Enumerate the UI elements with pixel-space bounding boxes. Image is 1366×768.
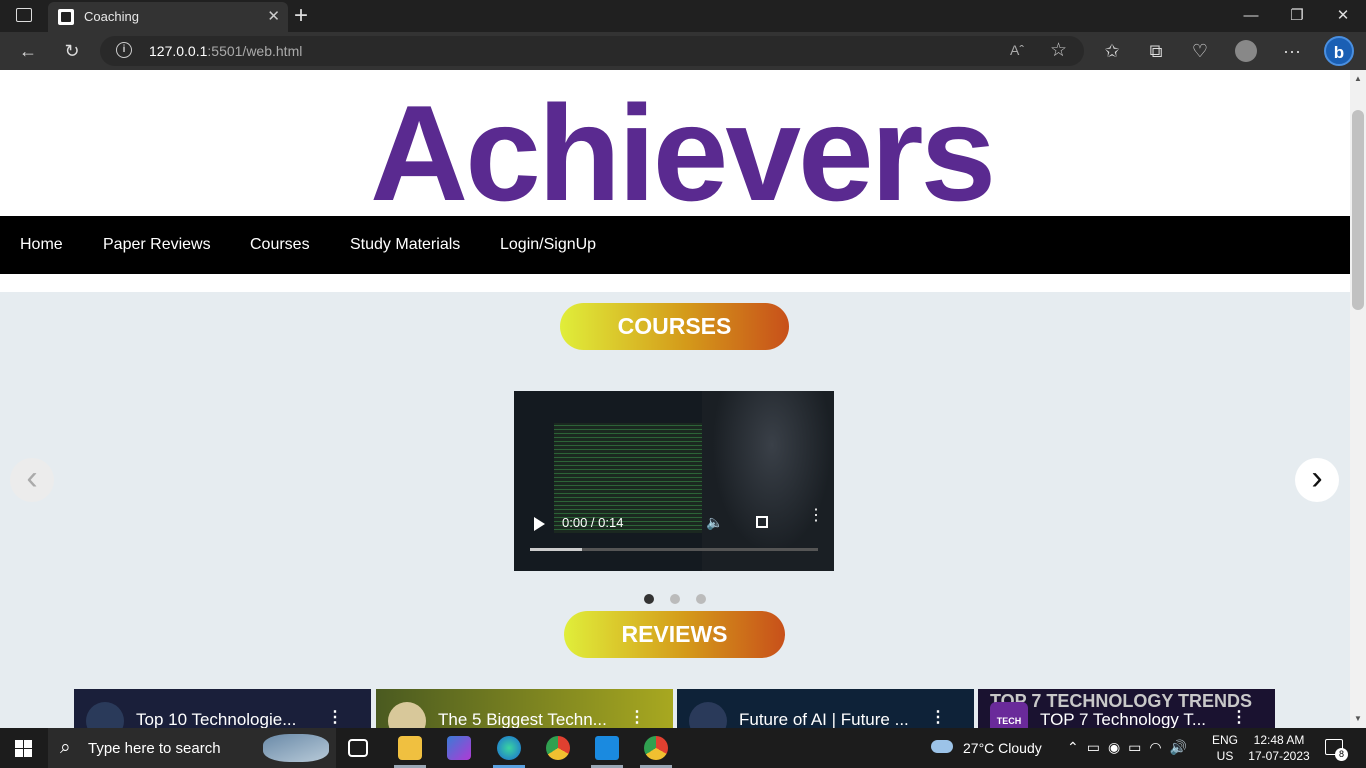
review-title: TOP 7 Technology T... xyxy=(1040,710,1207,728)
search-highlight-image xyxy=(263,734,329,762)
url-host: 127.0.0.1 xyxy=(149,43,208,59)
language-indicator[interactable]: ENG US xyxy=(1212,732,1238,764)
search-icon: ⌕ xyxy=(60,737,71,758)
search-placeholder: Type here to search xyxy=(88,740,221,757)
site-favicon-icon xyxy=(58,9,74,25)
url-path: :5501/web.html xyxy=(207,43,303,59)
reload-button[interactable]: ↻ xyxy=(62,41,82,61)
clock[interactable]: 12:48 AM 17-07-2023 xyxy=(1244,732,1314,764)
nav-home[interactable]: Home xyxy=(20,236,63,254)
tab-title: Coaching xyxy=(84,9,139,24)
course-video-player[interactable]: 0:00 / 0:14 🔈 ⋮ xyxy=(514,391,834,571)
favorite-star-icon[interactable]: ☆ xyxy=(1050,39,1067,62)
carousel-prev-button[interactable]: ‹ xyxy=(10,458,54,502)
review-more-icon[interactable]: ⋮ xyxy=(629,707,645,727)
review-title: The 5 Biggest Techn... xyxy=(438,710,607,728)
collections-icon[interactable]: ⧉ xyxy=(1146,41,1166,61)
vscode-icon[interactable] xyxy=(595,736,619,760)
favorites-icon[interactable]: ✩ xyxy=(1102,41,1122,61)
channel-avatar xyxy=(388,702,426,728)
video-more-icon[interactable]: ⋮ xyxy=(808,508,824,524)
reviews-heading: REVIEWS xyxy=(564,611,785,658)
review-video-card[interactable]: TOP 7 TECHNOLOGY TRENDS TECH TOP 7 Techn… xyxy=(978,689,1275,728)
weather-cloud-icon[interactable] xyxy=(931,740,953,753)
volume-icon[interactable]: 🔈 xyxy=(706,514,723,531)
lang-region: US xyxy=(1216,749,1234,763)
browser-titlebar: Coaching ✕ + — ❐ ✕ xyxy=(0,0,1366,32)
scrollbar-thumb[interactable] xyxy=(1352,110,1364,310)
review-more-icon[interactable]: ⋮ xyxy=(327,707,343,727)
carousel-dot[interactable] xyxy=(644,594,654,604)
courses-heading: COURSES xyxy=(560,303,789,350)
tray-system-icons[interactable]: ⌃▭◉▭◠🔊 xyxy=(1067,739,1195,756)
clock-date: 17-07-2023 xyxy=(1248,749,1310,763)
scroll-up-icon[interactable]: ▲ xyxy=(1354,74,1362,83)
address-bar[interactable]: i 127.0.0.1:5501/web.html Aˆ ☆ xyxy=(100,36,1084,66)
review-more-icon[interactable]: ⋮ xyxy=(930,707,946,727)
play-icon[interactable] xyxy=(534,517,545,531)
weather-text[interactable]: 27°C Cloudy xyxy=(963,740,1042,756)
clock-time: 12:48 AM xyxy=(1253,733,1305,747)
carousel-next-button[interactable]: › xyxy=(1295,458,1339,502)
channel-avatar xyxy=(86,702,124,728)
profile-avatar[interactable] xyxy=(1235,40,1257,62)
lang-code: ENG xyxy=(1212,733,1239,747)
windows-taskbar: ⌕ Type here to search 27°C Cloudy ⌃▭◉▭◠🔊… xyxy=(0,728,1366,768)
site-logo: Achievers xyxy=(370,77,996,229)
bing-chat-button[interactable]: b xyxy=(1324,36,1354,66)
windows-start-icon[interactable] xyxy=(15,740,32,757)
review-more-icon[interactable]: ⋮ xyxy=(1231,707,1247,727)
more-menu-icon[interactable]: ··· xyxy=(1282,41,1302,61)
channel-avatar xyxy=(689,702,727,728)
scroll-down-icon[interactable]: ▼ xyxy=(1354,714,1362,723)
url-text[interactable]: 127.0.0.1:5501/web.html xyxy=(149,43,302,59)
tab-close-button[interactable]: ✕ xyxy=(267,7,280,25)
notification-count: 8 xyxy=(1335,748,1348,761)
read-aloud-icon[interactable]: Aˆ xyxy=(1010,42,1024,58)
chrome-icon[interactable] xyxy=(546,736,570,760)
carousel-dot[interactable] xyxy=(696,594,706,604)
review-title: Future of AI | Future ... xyxy=(739,710,909,728)
nav-login-signup[interactable]: Login/SignUp xyxy=(500,236,596,254)
back-button[interactable]: ← xyxy=(18,41,38,61)
task-view-icon[interactable] xyxy=(348,739,368,757)
tab-actions-icon[interactable] xyxy=(16,8,32,22)
review-video-card[interactable]: Top 10 Technologie... ⋮ xyxy=(74,689,371,728)
minimize-button[interactable]: — xyxy=(1228,0,1274,32)
close-window-button[interactable]: ✕ xyxy=(1320,0,1366,32)
main-nav: Home Paper Reviews Courses Study Materia… xyxy=(0,216,1350,274)
video-controls: 0:00 / 0:14 🔈 ⋮ xyxy=(514,508,834,571)
site-info-icon[interactable]: i xyxy=(116,42,132,58)
performance-icon[interactable]: ♡ xyxy=(1190,41,1210,61)
video-buffered-bar xyxy=(530,548,582,551)
chrome-profile-icon[interactable] xyxy=(644,736,668,760)
nav-courses[interactable]: Courses xyxy=(250,236,310,254)
review-title: Top 10 Technologie... xyxy=(136,710,297,728)
system-tray: 27°C Cloudy ⌃▭◉▭◠🔊 ENG US 12:48 AM 17-07-2… xyxy=(925,728,1366,768)
nav-paper-reviews[interactable]: Paper Reviews xyxy=(103,236,211,254)
video-time: 0:00 / 0:14 xyxy=(562,515,624,530)
thumb-banner: TOP 7 TECHNOLOGY TRENDS xyxy=(990,691,1253,711)
restore-button[interactable]: ❐ xyxy=(1274,0,1320,32)
carousel-dot[interactable] xyxy=(670,594,680,604)
channel-avatar: TECH xyxy=(990,702,1028,728)
file-explorer-icon[interactable] xyxy=(398,736,422,760)
browser-toolbar: ← ↻ i 127.0.0.1:5501/web.html Aˆ ☆ ✩ ⧉ ♡… xyxy=(0,32,1366,70)
edge-icon[interactable] xyxy=(497,736,521,760)
new-tab-button[interactable]: + xyxy=(294,2,308,30)
review-video-card[interactable]: The 5 Biggest Techn... ⋮ xyxy=(376,689,673,728)
nav-study-materials[interactable]: Study Materials xyxy=(350,236,460,254)
fullscreen-icon[interactable] xyxy=(756,516,768,528)
review-video-card[interactable]: Future of AI | Future ... ⋮ xyxy=(677,689,974,728)
browser-tab[interactable]: Coaching ✕ xyxy=(48,2,288,32)
content-section: COURSES ‹ 0:00 / 0:14 🔈 ⋮ › REVIEWS Top … xyxy=(0,292,1350,728)
web-page: Achievers Home Paper Reviews Courses Stu… xyxy=(0,70,1350,728)
taskbar-search-box[interactable]: ⌕ Type here to search xyxy=(48,728,336,768)
copilot-icon[interactable] xyxy=(447,736,471,760)
